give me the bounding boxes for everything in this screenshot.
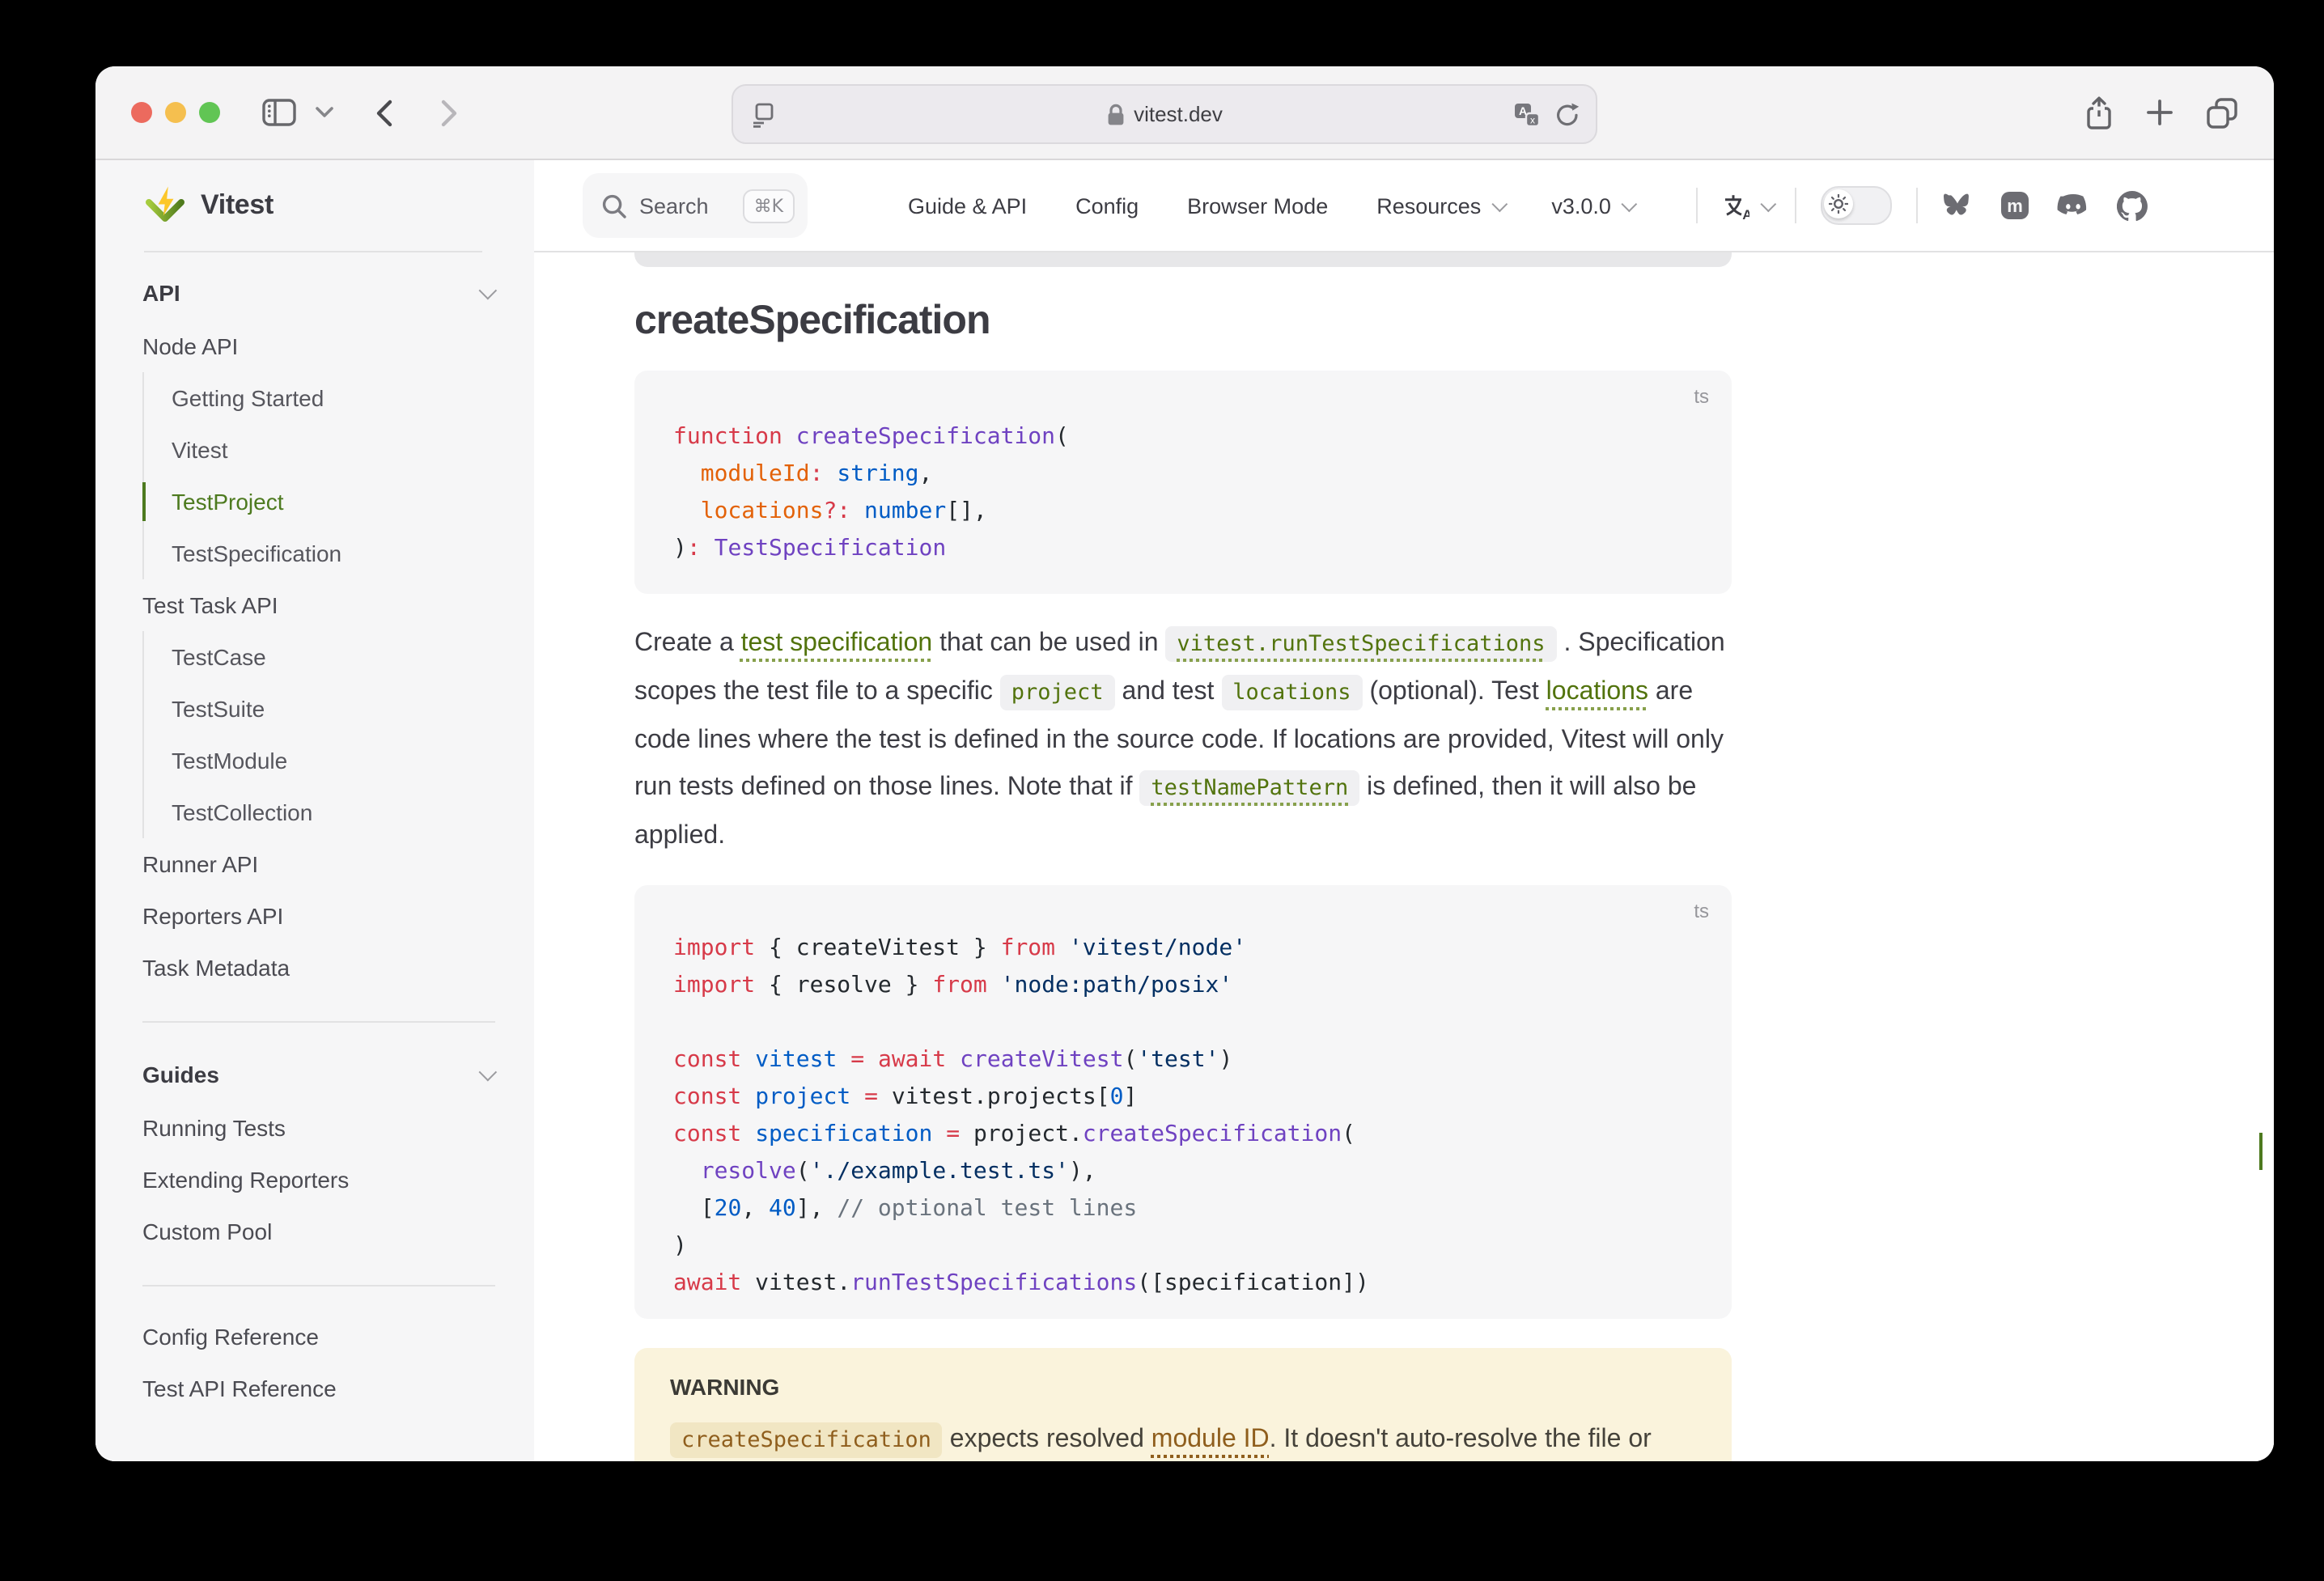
page-content: createSpecification ts function createSp… — [534, 252, 2274, 1461]
sidebar-divider — [142, 1021, 495, 1023]
description-paragraph: Create a test specification that can be … — [634, 620, 1732, 859]
site-header: Search ⌘K Guide & API Config Browser Mode R… — [534, 160, 2274, 252]
inline-code-locations: locations — [1221, 675, 1362, 710]
nav-resources[interactable]: Resources — [1376, 193, 1503, 218]
sidebar-item-task-metadata[interactable]: Task Metadata — [142, 942, 495, 994]
inline-code-project: project — [1000, 675, 1115, 710]
sidebar-item-extending-reporters[interactable]: Extending Reporters — [142, 1154, 495, 1206]
browser-window: vitest.dev Ax — [95, 66, 2274, 1461]
sidebar-item-vitest[interactable]: Vitest — [172, 424, 495, 476]
sidebar-section-guides[interactable]: Guides — [142, 1047, 495, 1102]
nav-guide-api[interactable]: Guide & API — [908, 193, 1027, 218]
search-shortcut: ⌘K — [743, 189, 795, 223]
sidebar-item-custom-pool[interactable]: Custom Pool — [142, 1206, 495, 1257]
new-tab-icon[interactable] — [2146, 99, 2173, 126]
discord-icon[interactable] — [2058, 193, 2090, 218]
svg-text:A: A — [1742, 206, 1749, 219]
sun-icon — [1825, 189, 1854, 218]
language-menu[interactable]: A — [1722, 192, 1771, 219]
sidebar-item-config-reference[interactable]: Config Reference — [142, 1311, 495, 1363]
svg-text:m: m — [2008, 196, 2024, 216]
sidebar-item-testcollection[interactable]: TestCollection — [172, 786, 495, 838]
nav-v3-0-0[interactable]: v3.0.0 — [1551, 193, 1633, 218]
close-window-button[interactable] — [131, 102, 152, 123]
sidebar-item-reporters-api[interactable]: Reporters API — [142, 890, 495, 942]
screen: vitest.dev Ax — [0, 0, 2324, 1581]
warning-body: createSpecification expects resolved mod… — [670, 1416, 1696, 1461]
sidebar-item-node-api[interactable]: Node API — [142, 320, 495, 372]
vitest-logo[interactable]: Vitest — [95, 160, 534, 251]
forward-button[interactable] — [440, 98, 458, 127]
tab-overview-icon[interactable] — [2206, 96, 2238, 129]
translate-page-icon[interactable]: Ax — [1513, 101, 1541, 127]
search-label: Search — [639, 193, 743, 218]
sidebar-toggle-icon[interactable] — [262, 99, 296, 126]
main-nav: Guide & API Config Browser Mode Resources v3… — [908, 193, 1633, 218]
back-button[interactable] — [375, 98, 393, 127]
reload-icon[interactable] — [1555, 101, 1580, 127]
sidebar-item-testspecification[interactable]: TestSpecification — [172, 528, 495, 579]
on-this-page: On this page namevitestserializedConfigg… — [2259, 521, 2274, 1461]
warning-callout: WARNING createSpecification expects reso… — [634, 1348, 1732, 1461]
vitest-logo-icon — [144, 184, 186, 227]
code-block-signature: ts function createSpecification( moduleI… — [634, 371, 1732, 594]
window-controls — [131, 102, 220, 123]
minimize-window-button[interactable] — [165, 102, 186, 123]
sidebar-item-test-task-api[interactable]: Test Task API — [142, 579, 495, 631]
logo-text: Vitest — [201, 189, 274, 222]
mastodon-icon[interactable]: m — [2001, 191, 2030, 220]
code-lang-badge: ts — [1694, 900, 1709, 922]
github-icon[interactable] — [2118, 190, 2148, 221]
browser-toolbar: vitest.dev Ax — [95, 66, 2274, 160]
inline-code-createspecification: createSpecification — [670, 1422, 943, 1458]
sidebar-item-getting-started[interactable]: Getting Started — [172, 372, 495, 424]
sidebar-item-runner-api[interactable]: Runner API — [142, 838, 495, 890]
social-links: m — [1943, 190, 2148, 221]
sidebar-item-testcase[interactable]: TestCase — [172, 631, 495, 683]
code-link-testnamepattern[interactable]: testNamePattern — [1139, 770, 1359, 806]
sidebar-item-testsuite[interactable]: TestSuite — [172, 683, 495, 735]
code-block-example: ts import { createVitest } from 'vitest/… — [634, 885, 1732, 1319]
bluesky-icon[interactable] — [1943, 192, 1974, 219]
svg-text:x: x — [1530, 113, 1535, 125]
nav-config[interactable]: Config — [1075, 193, 1139, 218]
link-locations[interactable]: locations — [1546, 678, 1648, 706]
page-title: createSpecification — [634, 293, 1732, 348]
header-separator — [1696, 188, 1698, 223]
search-icon — [602, 193, 626, 218]
search-button[interactable]: Search ⌘K — [583, 173, 808, 238]
url-text: vitest.dev — [1134, 102, 1223, 126]
scrolled-previous-block — [634, 252, 1732, 267]
translate-icon: A — [1722, 192, 1749, 219]
address-bar[interactable]: vitest.dev Ax — [732, 84, 1597, 144]
code-lang-badge: ts — [1694, 385, 1709, 408]
zoom-window-button[interactable] — [199, 102, 220, 123]
sidebar-divider — [142, 1285, 495, 1286]
sidebar-chevron-icon[interactable] — [316, 107, 333, 118]
sidebar-item-test-api-reference[interactable]: Test API Reference — [142, 1363, 495, 1414]
sidebar-item-testmodule[interactable]: TestModule — [172, 735, 495, 786]
link-module-id[interactable]: module ID — [1151, 1426, 1270, 1453]
sidebar-item-running-tests[interactable]: Running Tests — [142, 1102, 495, 1154]
code-link-vitest-runtestspecifications[interactable]: vitest.runTestSpecifications — [1165, 626, 1556, 662]
header-separator — [1917, 188, 1919, 223]
share-icon[interactable] — [2084, 95, 2114, 130]
theme-toggle[interactable] — [1821, 186, 1893, 225]
sidebar-item-testproject[interactable]: TestProject — [172, 476, 495, 528]
nav-browser-mode[interactable]: Browser Mode — [1187, 193, 1328, 218]
link-test-specification[interactable]: test specification — [741, 629, 933, 657]
sidebar-section-api[interactable]: API — [142, 265, 495, 320]
warning-title: WARNING — [670, 1374, 1696, 1400]
sidebar: Vitest APINode APIGetting StartedVitestT… — [95, 160, 534, 1461]
lock-icon — [1106, 103, 1124, 125]
header-separator — [1796, 188, 1797, 223]
